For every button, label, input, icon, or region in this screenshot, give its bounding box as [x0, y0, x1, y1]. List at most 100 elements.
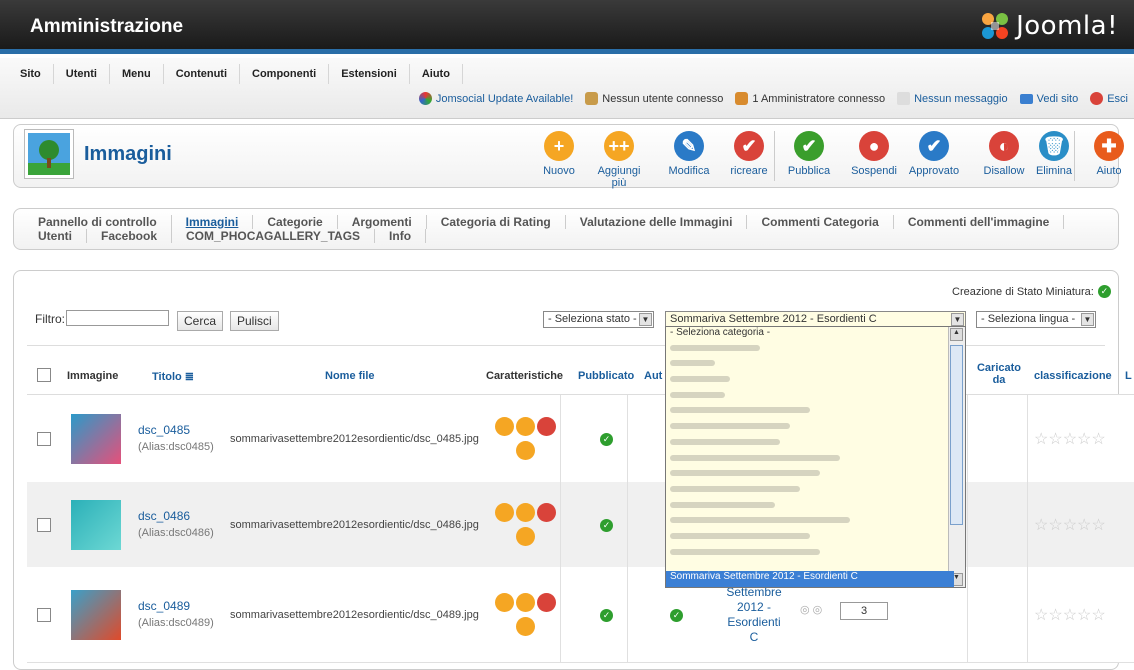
- category-option[interactable]: [666, 358, 965, 374]
- category-option[interactable]: [666, 547, 965, 563]
- refresh-icon[interactable]: [515, 440, 535, 460]
- toolbar-button-1[interactable]: ++ Aggiungi più: [589, 131, 649, 189]
- clear-button[interactable]: Pulisci: [230, 311, 279, 331]
- status-view-site[interactable]: Vedi sito: [1019, 92, 1078, 105]
- col-published[interactable]: Pubblicato: [578, 370, 634, 382]
- recreate-icon[interactable]: [536, 592, 556, 612]
- published-icon[interactable]: ✓: [600, 518, 613, 532]
- row-checkbox[interactable]: [37, 431, 51, 446]
- category-option[interactable]: [666, 421, 965, 437]
- menu-contenuti[interactable]: Contenuti: [164, 64, 241, 84]
- submenu-rating-category[interactable]: Categoria di Rating: [427, 215, 566, 229]
- col-approved[interactable]: Aut: [644, 370, 662, 382]
- category-option[interactable]: [666, 500, 965, 516]
- category-option-selected[interactable]: Sommariva Settembre 2012 - Esordienti C: [666, 571, 954, 587]
- category-option[interactable]: [666, 484, 965, 500]
- blurred-text: [670, 438, 780, 445]
- category-option[interactable]: [666, 468, 965, 484]
- category-option[interactable]: [666, 390, 965, 406]
- thumbnail-ok-icon[interactable]: ✓: [1097, 285, 1111, 298]
- toolbar-button-4[interactable]: ✔ Pubblica: [779, 131, 839, 177]
- status-messages[interactable]: Nessun messaggio: [897, 92, 1008, 105]
- blurred-text: [670, 454, 840, 461]
- toolbar-button-6[interactable]: ✔ Approvato: [904, 131, 964, 177]
- category-option[interactable]: [666, 405, 965, 421]
- order-arrows[interactable]: ◎ ◎: [800, 603, 822, 616]
- image-title-link[interactable]: dsc_0486: [138, 509, 214, 523]
- menu-menu[interactable]: Menu: [110, 64, 164, 84]
- category-option[interactable]: - Seleziona categoria -: [666, 327, 965, 343]
- toolbar-button-8[interactable]: 🗑 Elimina: [1024, 131, 1084, 177]
- submenu-tags[interactable]: COM_PHOCAGALLERY_TAGS: [172, 229, 376, 243]
- published-icon[interactable]: ✓: [600, 432, 613, 446]
- rotate-left-icon[interactable]: [494, 416, 514, 436]
- submenu-users[interactable]: Utenti: [24, 229, 87, 243]
- language-select[interactable]: - Seleziona lingua - ▼: [976, 311, 1096, 328]
- status-logout[interactable]: Esci: [1090, 92, 1128, 105]
- col-uploaded-by[interactable]: Caricato da: [975, 362, 1023, 386]
- dropdown-scrollbar[interactable]: ▲ ▼: [948, 327, 965, 587]
- category-option[interactable]: [666, 343, 965, 359]
- rotate-right-icon[interactable]: [515, 592, 535, 612]
- submenu-control-panel[interactable]: Pannello di controllo: [24, 215, 172, 229]
- menu-sito[interactable]: Sito: [8, 64, 54, 84]
- submenu-facebook[interactable]: Facebook: [87, 229, 173, 243]
- submenu-image-rating[interactable]: Valutazione delle Immagini: [566, 215, 748, 229]
- col-rating[interactable]: classificazione: [1034, 370, 1112, 382]
- published-icon[interactable]: ✓: [600, 608, 613, 622]
- category-dropdown-list[interactable]: - Seleziona categoria - ▲ ▼ Sommariva Se…: [665, 326, 966, 588]
- col-language[interactable]: L: [1125, 370, 1132, 382]
- toolbar-button-3[interactable]: ✔ ricreare: [719, 131, 779, 177]
- blurred-text: [670, 391, 725, 398]
- image-title-link[interactable]: dsc_0485: [138, 423, 214, 437]
- order-input[interactable]: 3: [840, 601, 888, 620]
- filter-input[interactable]: [66, 310, 169, 326]
- rotate-right-icon[interactable]: [515, 502, 535, 522]
- image-title-link[interactable]: dsc_0489: [138, 599, 214, 613]
- toolbar-button-0[interactable]: + Nuovo: [529, 131, 589, 177]
- image-thumbnail[interactable]: [71, 499, 121, 550]
- refresh-icon[interactable]: [515, 526, 535, 546]
- blurred-text: [670, 376, 730, 383]
- submenu-categories[interactable]: Categorie: [253, 215, 338, 229]
- rotate-right-icon[interactable]: [515, 416, 535, 436]
- category-option[interactable]: [666, 453, 965, 469]
- toolbar-icon-7: ◐: [989, 131, 1019, 161]
- submenu-image-comments[interactable]: Commenti dell'immagine: [894, 215, 1065, 229]
- image-thumbnail[interactable]: [71, 589, 121, 640]
- category-option[interactable]: [666, 531, 965, 547]
- submenu-images[interactable]: Immagini: [172, 215, 254, 229]
- rotate-left-icon[interactable]: [494, 502, 514, 522]
- refresh-icon[interactable]: [515, 616, 535, 636]
- col-title[interactable]: Titolo ≣: [152, 370, 194, 383]
- toolbar-button-5[interactable]: ● Sospendi: [844, 131, 904, 177]
- row-checkbox[interactable]: [37, 517, 51, 532]
- image-thumbnail[interactable]: [71, 413, 121, 464]
- menu-estensioni[interactable]: Estensioni: [329, 64, 410, 84]
- recreate-icon[interactable]: [536, 502, 556, 522]
- row-checkbox[interactable]: [37, 607, 51, 622]
- category-option[interactable]: [666, 515, 965, 531]
- row-category-link[interactable]: Settembre 2012 - Esordienti C: [715, 585, 793, 645]
- menu-aiuto[interactable]: Aiuto: [410, 64, 463, 84]
- menu-utenti[interactable]: Utenti: [54, 64, 110, 84]
- scroll-up-icon[interactable]: ▲: [950, 328, 963, 341]
- approved-icon[interactable]: ✓: [670, 608, 683, 622]
- state-select[interactable]: - Seleziona stato - ▼: [543, 311, 654, 328]
- submenu-topics[interactable]: Argomenti: [338, 215, 427, 229]
- recreate-icon[interactable]: [536, 416, 556, 436]
- toolbar-button-2[interactable]: ✎ Modifica: [659, 131, 719, 177]
- select-all-checkbox[interactable]: [37, 368, 51, 382]
- rotate-left-icon[interactable]: [494, 592, 514, 612]
- search-button[interactable]: Cerca: [177, 311, 224, 331]
- category-option[interactable]: [666, 374, 965, 390]
- category-option[interactable]: [666, 437, 965, 453]
- menu-componenti[interactable]: Componenti: [240, 64, 330, 84]
- submenu-category-comments[interactable]: Commenti Categoria: [747, 215, 894, 229]
- status-jomsocial[interactable]: Jomsocial Update Available!: [418, 92, 573, 105]
- submenu-info[interactable]: Info: [375, 229, 427, 243]
- col-filename[interactable]: Nome file: [325, 370, 375, 382]
- toolbar-button-9[interactable]: ✚ Aiuto: [1079, 131, 1134, 177]
- joomla-logo[interactable]: Joomla!: [980, 10, 1118, 42]
- scroll-thumb[interactable]: [950, 345, 963, 525]
